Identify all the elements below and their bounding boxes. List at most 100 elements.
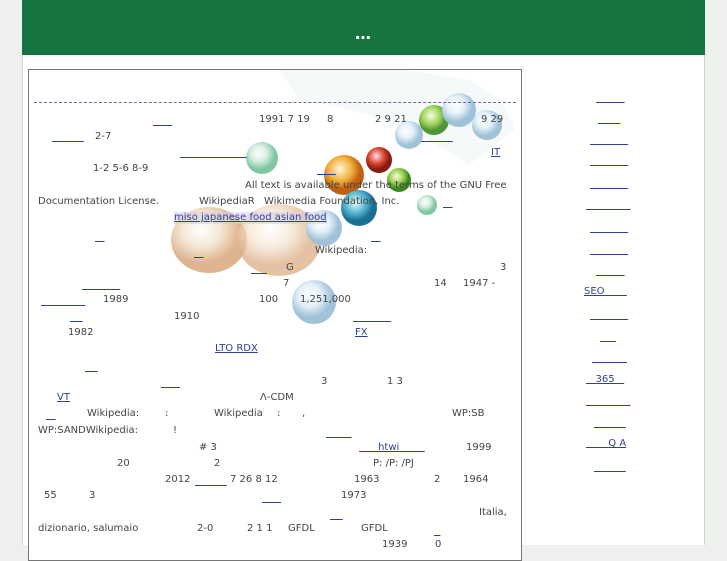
sidebar-link[interactable] bbox=[590, 245, 628, 256]
content-text: # 3 bbox=[199, 442, 217, 453]
qa-label: Q A bbox=[608, 438, 627, 449]
htwi-link[interactable]: htwi bbox=[359, 442, 425, 454]
content-link[interactable] bbox=[326, 428, 351, 440]
content-link[interactable] bbox=[82, 280, 120, 292]
htwi-label: htwi bbox=[378, 442, 400, 453]
content-text: 1991 7 19 bbox=[259, 114, 310, 125]
content-link[interactable] bbox=[317, 165, 336, 177]
sidebar-link[interactable] bbox=[594, 418, 626, 429]
divider bbox=[34, 102, 516, 103]
content-link[interactable] bbox=[371, 232, 381, 244]
content-text: WP:SANDWikipedia: bbox=[38, 425, 138, 436]
sidebar-link[interactable] bbox=[586, 396, 631, 407]
sidebar-link[interactable] bbox=[596, 266, 625, 277]
content-link[interactable] bbox=[70, 312, 83, 324]
content-text: GFDL bbox=[288, 523, 315, 534]
sidebar-link[interactable] bbox=[590, 223, 628, 234]
content-link[interactable] bbox=[85, 362, 98, 374]
content-text: Italia, bbox=[479, 507, 507, 518]
lto-rdx-link[interactable]: LTO RDX bbox=[215, 343, 258, 355]
site-title: … bbox=[355, 24, 372, 43]
content-text: G bbox=[286, 262, 294, 273]
content-text: 1910 bbox=[174, 311, 200, 322]
content-link[interactable] bbox=[421, 132, 453, 144]
content-link[interactable] bbox=[95, 232, 105, 244]
content-text: : bbox=[277, 408, 281, 419]
content-text: : bbox=[165, 408, 169, 419]
content-text: 2 bbox=[434, 474, 441, 485]
content-text: 3 bbox=[321, 376, 328, 387]
content-text: 1 3 bbox=[387, 376, 403, 387]
sidebar-link[interactable] bbox=[600, 332, 616, 343]
sidebar-link-365[interactable]: 365 bbox=[586, 374, 624, 385]
content-link[interactable] bbox=[353, 312, 391, 324]
content-text: Wikipedia bbox=[214, 408, 263, 419]
content-text: Λ-CDM bbox=[260, 392, 294, 403]
content-text: Wikipedia: bbox=[315, 245, 368, 256]
content-text: 14 bbox=[434, 278, 447, 289]
content-text: 1964 bbox=[463, 474, 489, 485]
fx-link[interactable]: FX bbox=[355, 327, 368, 339]
content-link[interactable] bbox=[46, 410, 56, 422]
vt-link[interactable]: VT bbox=[57, 392, 70, 404]
content-text: 20 bbox=[117, 458, 130, 469]
content-text: 100 bbox=[259, 294, 279, 305]
sidebar-link[interactable] bbox=[586, 200, 631, 211]
content-text: 7 26 8 12 bbox=[230, 474, 278, 485]
sidebar-link[interactable] bbox=[594, 462, 626, 473]
sidebar-link-seo[interactable]: SEO bbox=[584, 286, 627, 297]
content-link[interactable] bbox=[52, 132, 84, 144]
content-text: 0 bbox=[435, 539, 442, 550]
content-link[interactable] bbox=[153, 116, 172, 128]
license-text: Documentation License. bbox=[38, 196, 160, 207]
content-text: GFDL bbox=[361, 523, 388, 534]
content-link[interactable] bbox=[434, 526, 440, 538]
content-text: 1982 bbox=[68, 327, 94, 338]
content-text: 2-7 bbox=[95, 131, 112, 142]
content-link[interactable] bbox=[195, 476, 227, 488]
content-link[interactable] bbox=[194, 248, 204, 260]
sidebar-link-qa[interactable]: Q A bbox=[586, 438, 626, 449]
sidebar-link[interactable] bbox=[596, 93, 625, 104]
content-text: 3 bbox=[89, 490, 96, 501]
content-text: Wikipedia: bbox=[87, 408, 140, 419]
content-text: 1939 bbox=[382, 539, 408, 550]
content-text: P: /P: /PJ bbox=[373, 458, 414, 469]
content-text: WP:SB bbox=[452, 408, 485, 419]
sidebar-link[interactable] bbox=[590, 156, 628, 167]
content-link[interactable] bbox=[41, 296, 86, 308]
site-header: … bbox=[22, 0, 705, 55]
sidebar-link[interactable] bbox=[590, 310, 628, 321]
content-link[interactable] bbox=[180, 148, 247, 160]
content-link[interactable] bbox=[251, 264, 267, 276]
content-link[interactable] bbox=[161, 378, 180, 390]
content-text: 2 1 1 bbox=[247, 523, 273, 534]
content-text: 55 bbox=[44, 490, 57, 501]
content-text: 2-0 bbox=[197, 523, 214, 534]
content-text: 8 bbox=[327, 114, 334, 125]
content-text: 1963 bbox=[354, 474, 380, 485]
content-text: 1973 bbox=[341, 490, 367, 501]
main-content: 1991 7 19 8 2 9 21 9 29 2-7 IT 1-2 5-6 8… bbox=[28, 69, 522, 561]
sidebar-link[interactable] bbox=[598, 114, 620, 125]
content-text: 2 9 21 bbox=[375, 114, 407, 125]
content-link[interactable] bbox=[262, 493, 281, 505]
content-text: ! bbox=[173, 425, 178, 436]
content-text: 1999 bbox=[466, 442, 492, 453]
content-text: 2 bbox=[214, 458, 221, 469]
365-label: 365 bbox=[595, 374, 615, 385]
sidebar-link[interactable] bbox=[590, 179, 628, 190]
content-link[interactable] bbox=[330, 510, 343, 522]
sidebar-link[interactable] bbox=[590, 135, 628, 146]
content-text: 1-2 5-6 8-9 bbox=[93, 163, 149, 174]
content-text: 1947 - bbox=[463, 278, 496, 289]
seo-label: SEO bbox=[584, 286, 605, 297]
content-text: 7 bbox=[283, 278, 290, 289]
content-text: 9 29 bbox=[481, 114, 504, 125]
content-text: , bbox=[302, 408, 306, 419]
content-link-it[interactable]: IT bbox=[491, 147, 500, 159]
miso-link[interactable]: miso japanese food asian food bbox=[174, 212, 327, 224]
content-link[interactable] bbox=[443, 198, 453, 210]
license-text: All text is available under the terms of… bbox=[245, 180, 507, 191]
sidebar-link[interactable] bbox=[592, 353, 627, 364]
